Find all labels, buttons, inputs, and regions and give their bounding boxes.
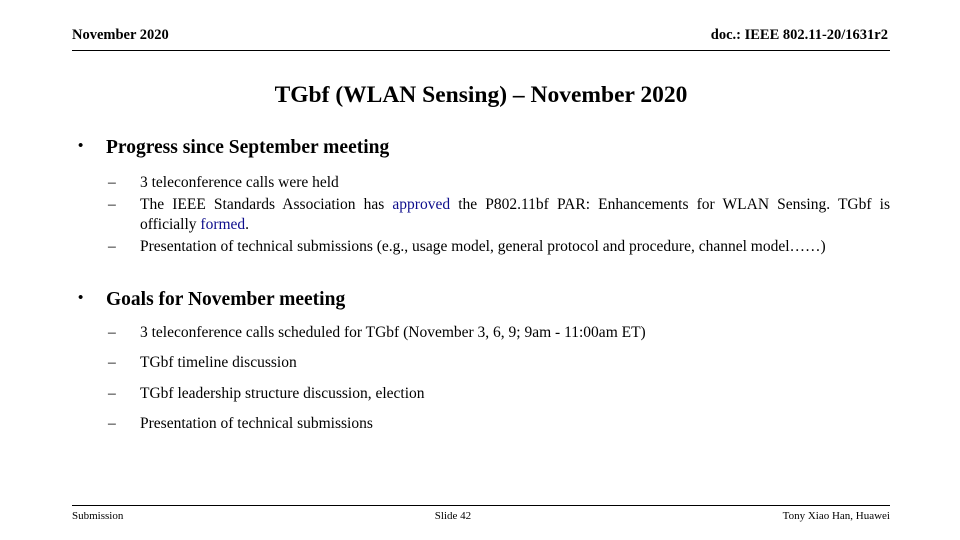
bullet-progress-since-september: • Progress since September meeting xyxy=(72,136,890,160)
list-item-label: Presentation of technical submissions (e… xyxy=(140,238,826,256)
dash-marker-icon: – xyxy=(108,415,116,433)
list-item: – TGbf leadership structure discussion, … xyxy=(72,384,890,404)
slide-footer: Submission Slide 42 Tony Xiao Han, Huawe… xyxy=(72,509,890,523)
footer-submission-label: Submission xyxy=(72,510,124,522)
header-date: November 2020 xyxy=(72,27,169,43)
dash-marker-icon: – xyxy=(108,196,116,214)
bullet-goals-for-november: • Goals for November meeting xyxy=(72,288,890,312)
list-item: – 3 teleconference calls were held xyxy=(72,173,890,193)
header-document-reference: doc.: IEEE 802.11-20/1631r2 xyxy=(710,27,888,43)
list-item: – 3 teleconference calls scheduled for T… xyxy=(72,323,890,343)
dash-marker-icon: – xyxy=(108,384,116,402)
bullet-heading-label: Progress since September meeting xyxy=(106,137,390,158)
header-divider xyxy=(72,50,890,51)
list-item-label: 3 teleconference calls were held xyxy=(140,173,339,191)
hyperlink-formed[interactable]: formed xyxy=(200,216,245,233)
slide-body: • Progress since September meeting – 3 t… xyxy=(72,136,890,445)
slide-header: November 2020 doc.: IEEE 802.11-20/1631r… xyxy=(72,27,890,44)
list-item: – Presentation of technical submissions xyxy=(72,414,890,434)
dash-marker-icon: – xyxy=(108,323,116,341)
page-title: TGbf (WLAN Sensing) – November 2020 xyxy=(274,82,688,108)
bullet-heading-label: Goals for November meeting xyxy=(106,288,346,310)
footer-divider xyxy=(72,505,890,506)
list-item-label: TGbf timeline discussion xyxy=(140,354,297,372)
hyperlink-approved[interactable]: approved xyxy=(392,196,450,213)
dash-marker-icon: – xyxy=(108,173,116,191)
footer-author-label: Tony Xiao Han, Huawei xyxy=(782,510,890,522)
list-item-label: The IEEE Standards Association has appro… xyxy=(140,195,890,234)
slide: November 2020 doc.: IEEE 802.11-20/1631r… xyxy=(0,0,960,540)
dash-marker-icon: – xyxy=(108,238,116,256)
dash-marker-icon: – xyxy=(108,354,116,372)
list-item-label: Presentation of technical submissions xyxy=(140,415,373,433)
list-item: – The IEEE Standards Association has app… xyxy=(72,195,890,234)
footer-slide-number: Slide 42 xyxy=(434,510,472,522)
bullet-marker-icon: • xyxy=(78,289,84,306)
list-item-label: TGbf leadership structure discussion, el… xyxy=(140,384,425,402)
list-item: – Presentation of technical submissions … xyxy=(72,237,890,257)
list-item: – TGbf timeline discussion xyxy=(72,353,890,373)
bullet-marker-icon: • xyxy=(78,138,84,154)
list-item-label: 3 teleconference calls scheduled for TGb… xyxy=(140,323,646,341)
list-item-text-segment: The IEEE Standards Association has xyxy=(140,196,393,214)
list-item-text-segment: . xyxy=(245,215,250,233)
